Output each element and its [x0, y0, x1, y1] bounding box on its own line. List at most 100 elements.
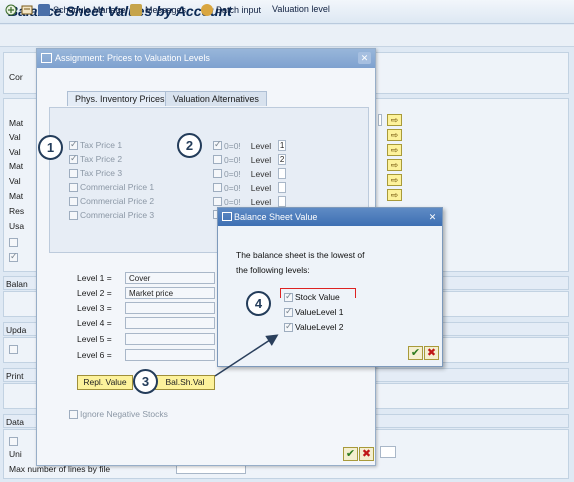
- commercial-price-3-checkbox[interactable]: Commercial Price 3: [69, 210, 154, 220]
- level-5-label: Level 5 =: [77, 334, 112, 344]
- schedule-manager-button[interactable]: Schedule Manager: [38, 4, 129, 16]
- background-checkbox[interactable]: [9, 237, 18, 248]
- zero-flag-checkbox[interactable]: 0=0! Level 1: [213, 139, 287, 151]
- window-icon: [41, 53, 52, 63]
- flag-label: 0=0!: [224, 182, 241, 193]
- level-6-field[interactable]: [125, 349, 215, 361]
- schedule-manager-label: Schedule Manager: [53, 5, 129, 15]
- value-level-1-checkbox[interactable]: ValueLevel 1: [284, 306, 344, 317]
- level-5-field[interactable]: [125, 333, 215, 345]
- background-label: Mat: [9, 161, 24, 171]
- batch-input-button[interactable]: Batch input: [201, 4, 261, 16]
- commercial-price-2-checkbox[interactable]: Commercial Price 2: [69, 196, 154, 206]
- cancel-icon[interactable]: ✖: [424, 346, 439, 360]
- background-checkbox[interactable]: [9, 344, 18, 355]
- level-input[interactable]: [278, 196, 287, 207]
- price-label: Tax Price 1: [80, 140, 123, 150]
- checkmark-icon[interactable]: ✔: [343, 447, 358, 461]
- background-input[interactable]: [380, 446, 396, 458]
- level-3-label: Level 3 =: [77, 303, 112, 313]
- bal-sh-val-button[interactable]: Bal.Sh.Val: [155, 375, 215, 390]
- background-label: Res: [9, 206, 25, 216]
- zero-flag-checkbox[interactable]: 0=0! Level: [213, 182, 287, 193]
- arrow-right-icon[interactable]: ⇨: [387, 144, 402, 156]
- dialog-title: Assignment: Prices to Valuation Levels: [37, 49, 375, 68]
- messages-button[interactable]: Messages: [130, 4, 186, 16]
- level-4-field[interactable]: [125, 317, 215, 329]
- bsv-option-label: ValueLevel 2: [295, 322, 344, 332]
- repl-value-button[interactable]: Repl. Value: [77, 375, 133, 390]
- ignore-negative-stocks-checkbox[interactable]: Ignore Negative Stocks: [69, 409, 168, 419]
- level-input[interactable]: [278, 168, 287, 179]
- level-6-label: Level 6 =: [77, 350, 112, 360]
- value-level-2-checkbox[interactable]: ValueLevel 2: [284, 321, 344, 332]
- tax-price-1-checkbox[interactable]: Tax Price 1: [69, 139, 123, 150]
- level-label: Level: [250, 182, 272, 193]
- bsv-description-line2: the following levels:: [236, 265, 310, 275]
- flag-label: 0=0!: [224, 140, 241, 151]
- batch-input-label: Batch input: [216, 5, 262, 15]
- tab-valuation-alternatives[interactable]: Valuation Alternatives: [165, 91, 267, 106]
- price-label: Commercial Price 3: [80, 210, 155, 220]
- level-2-label: Level 2 =: [77, 288, 112, 298]
- balance-sheet-value-dialog: Balance Sheet Value ✕ The balance sheet …: [217, 207, 443, 367]
- messages-icon: [130, 4, 142, 16]
- bsv-option-label: ValueLevel 1: [295, 307, 344, 317]
- close-icon[interactable]: ✕: [358, 52, 371, 64]
- background-label: Print: [6, 371, 24, 381]
- background-label: Balan: [6, 279, 28, 289]
- level-label: Level: [250, 196, 272, 207]
- arrow-right-icon[interactable]: ⇨: [387, 159, 402, 171]
- level-input[interactable]: 1: [278, 140, 287, 151]
- arrow-right-icon[interactable]: ⇨: [387, 114, 402, 126]
- level-4-label: Level 4 =: [77, 318, 112, 328]
- level-2-field[interactable]: Market price: [125, 287, 215, 299]
- background-checkbox[interactable]: [9, 251, 18, 263]
- zero-flag-checkbox[interactable]: 0=0! Level: [213, 196, 287, 207]
- price-label: Tax Price 2: [80, 154, 123, 164]
- commercial-price-1-checkbox[interactable]: Commercial Price 1: [69, 182, 154, 192]
- variant-icon[interactable]: [21, 4, 33, 16]
- arrow-right-icon[interactable]: ⇨: [387, 189, 402, 201]
- valuation-level-label: Valuation level: [272, 4, 330, 14]
- background-label: Mat: [9, 118, 24, 128]
- zero-flag-checkbox[interactable]: 0=0! Level 2: [213, 154, 287, 165]
- callout-marker-3: 3: [133, 369, 158, 394]
- level-3-field[interactable]: [125, 302, 215, 314]
- price-label: Commercial Price 1: [80, 182, 155, 192]
- background-input[interactable]: [378, 114, 382, 126]
- flag-label: 0=0!: [224, 168, 241, 179]
- background-checkbox[interactable]: [9, 436, 18, 447]
- calendar-icon: [38, 4, 50, 16]
- valuation-level-button[interactable]: Valuation level: [272, 4, 330, 14]
- level-1-label: Level 1 =: [77, 273, 112, 283]
- background-label: Mat: [9, 191, 24, 201]
- callout-marker-4: 4: [246, 291, 271, 316]
- background-label: Val: [9, 176, 21, 186]
- flag-label: 0=0!: [224, 154, 241, 165]
- checkmark-icon[interactable]: ✔: [408, 346, 423, 360]
- arrow-right-icon[interactable]: ⇨: [387, 129, 402, 141]
- tax-price-3-checkbox[interactable]: Tax Price 3: [69, 168, 122, 178]
- messages-label: Messages: [145, 5, 187, 15]
- cancel-icon[interactable]: ✖: [359, 447, 374, 461]
- application-toolbar: [0, 25, 574, 47]
- tax-price-2-checkbox[interactable]: Tax Price 2: [69, 153, 123, 164]
- bsv-option-label: Stock Value: [295, 292, 340, 302]
- tab-phys-inventory-prices[interactable]: Phys. Inventory Prices: [67, 91, 173, 106]
- callout-marker-1: 1: [38, 135, 63, 160]
- bsv-description-line1: The balance sheet is the lowest of: [236, 250, 365, 260]
- callout-marker-2: 2: [177, 133, 202, 158]
- background-label: Val: [9, 132, 21, 142]
- arrow-right-icon[interactable]: ⇨: [387, 174, 402, 186]
- background-label: Upda: [6, 325, 27, 335]
- stock-value-checkbox[interactable]: Stock Value: [284, 291, 340, 302]
- level-1-field[interactable]: Cover: [125, 272, 215, 284]
- execute-icon[interactable]: [5, 4, 17, 16]
- level-input[interactable]: 2: [278, 154, 287, 165]
- background-label: Val: [9, 147, 21, 157]
- zero-flag-checkbox[interactable]: 0=0! Level: [213, 168, 287, 179]
- close-icon[interactable]: ✕: [426, 211, 439, 223]
- flag-label: 0=0!: [224, 196, 241, 207]
- level-input[interactable]: [278, 182, 287, 193]
